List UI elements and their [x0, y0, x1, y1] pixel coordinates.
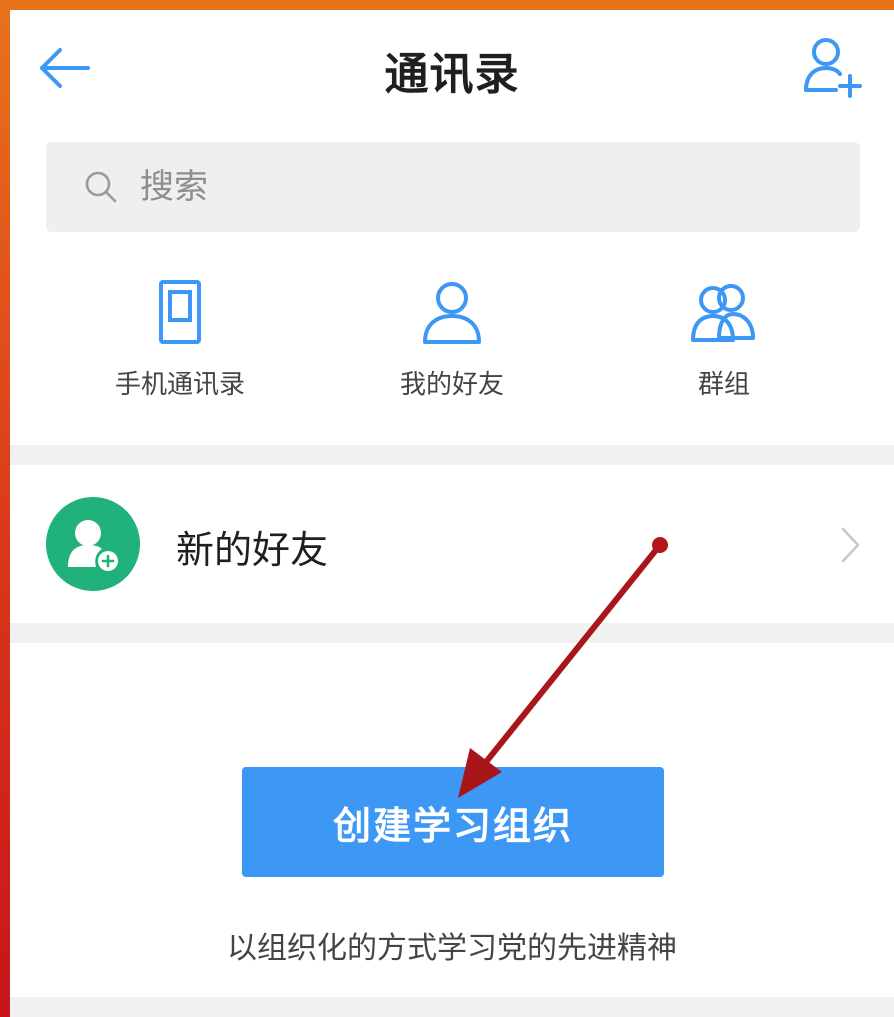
- shortcut-bar: 手机通讯录 我的好友 群组: [10, 278, 894, 442]
- create-study-group-button[interactable]: 创建学习组织: [242, 767, 664, 877]
- new-friends-label: 新的好友: [176, 528, 329, 572]
- section-divider: [10, 997, 894, 1017]
- user-icon: [423, 282, 481, 344]
- section-divider: [10, 445, 894, 465]
- shortcut-label: 我的好友: [399, 370, 504, 400]
- page-title: 通讯录: [384, 49, 520, 100]
- shortcut-my-friends[interactable]: 我的好友: [342, 278, 562, 401]
- user-add-avatar-icon: [68, 520, 118, 571]
- shortcut-groups[interactable]: 群组: [614, 278, 834, 401]
- shortcut-label: 群组: [697, 370, 750, 400]
- shortcut-phone-contacts[interactable]: 手机通讯录: [70, 278, 290, 401]
- shortcut-label: 手机通讯录: [114, 370, 245, 400]
- header: 通讯录: [10, 10, 894, 128]
- new-friend-avatar: [46, 497, 140, 591]
- search-icon: [85, 171, 117, 203]
- phone-contacts-icon: [159, 280, 201, 344]
- create-org-tagline: 以组织化的方式学习党的先进精神: [227, 931, 677, 966]
- chevron-right-icon: [841, 527, 860, 563]
- app-screen: 通讯录 手机通讯录: [10, 10, 894, 1017]
- section-divider: [10, 623, 894, 643]
- add-contact-button[interactable]: [796, 32, 866, 102]
- group-icon: [691, 284, 755, 342]
- user-plus-icon: [804, 38, 862, 98]
- new-friends-row[interactable]: 新的好友: [10, 465, 894, 621]
- search-bar[interactable]: [46, 142, 860, 232]
- search-input[interactable]: [138, 166, 742, 208]
